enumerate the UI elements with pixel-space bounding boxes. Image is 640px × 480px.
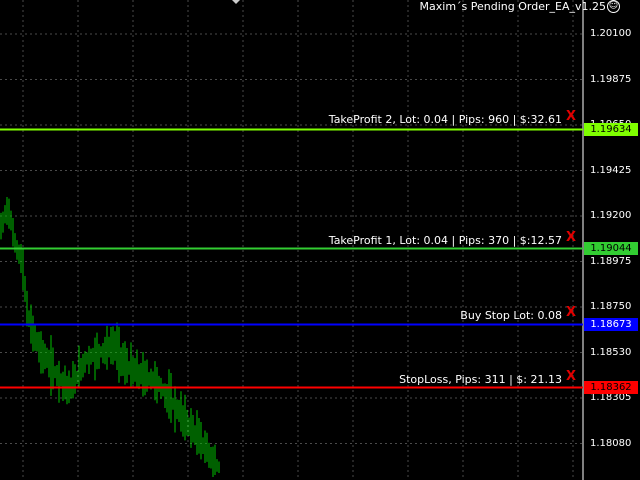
buy-stop-price-tag: 1.18673 — [584, 318, 638, 331]
price-axis-label: 1.19875 — [590, 73, 632, 85]
stoploss-price-tag: 1.18362 — [584, 381, 638, 394]
price-axis-label: 1.18530 — [590, 346, 632, 358]
takeprofit-2-price-tag: 1.19634 — [584, 123, 638, 136]
takeprofit-1-price-tag: 1.19044 — [584, 242, 638, 255]
price-axis-label: 1.19200 — [590, 210, 632, 221]
close-buy-stop-icon[interactable]: X — [564, 306, 578, 320]
stoploss-label: StopLoss, Pips: 311 | $: 21.13 — [399, 373, 562, 386]
smiley-icon: ☺ — [607, 0, 620, 13]
ea-title: Maxim´s Pending Order_EA_v1.25 — [419, 0, 606, 13]
order-lines[interactable] — [0, 128, 583, 389]
price-axis-label: 1.20100 — [590, 28, 632, 39]
price-axis-label: 1.19425 — [590, 164, 632, 176]
price-axis-label: 1.18975 — [590, 255, 632, 267]
close-takeprofit-2-icon[interactable]: X — [564, 110, 578, 124]
price-axis-label: 1.18750 — [590, 301, 632, 312]
scroll-marker-icon[interactable] — [232, 0, 240, 4]
close-stoploss-icon[interactable]: X — [564, 370, 578, 384]
buy-stop-label: Buy Stop Lot: 0.08 — [460, 309, 562, 322]
price-axis-label: 1.18080 — [590, 437, 632, 449]
price-bars — [0, 196, 220, 477]
takeprofit-1-label: TakeProfit 1, Lot: 0.04 | Pips: 370 | $:… — [328, 234, 562, 247]
close-takeprofit-1-icon[interactable]: X — [564, 231, 578, 245]
takeprofit-2-label: TakeProfit 2, Lot: 0.04 | Pips: 960 | $:… — [328, 113, 562, 126]
